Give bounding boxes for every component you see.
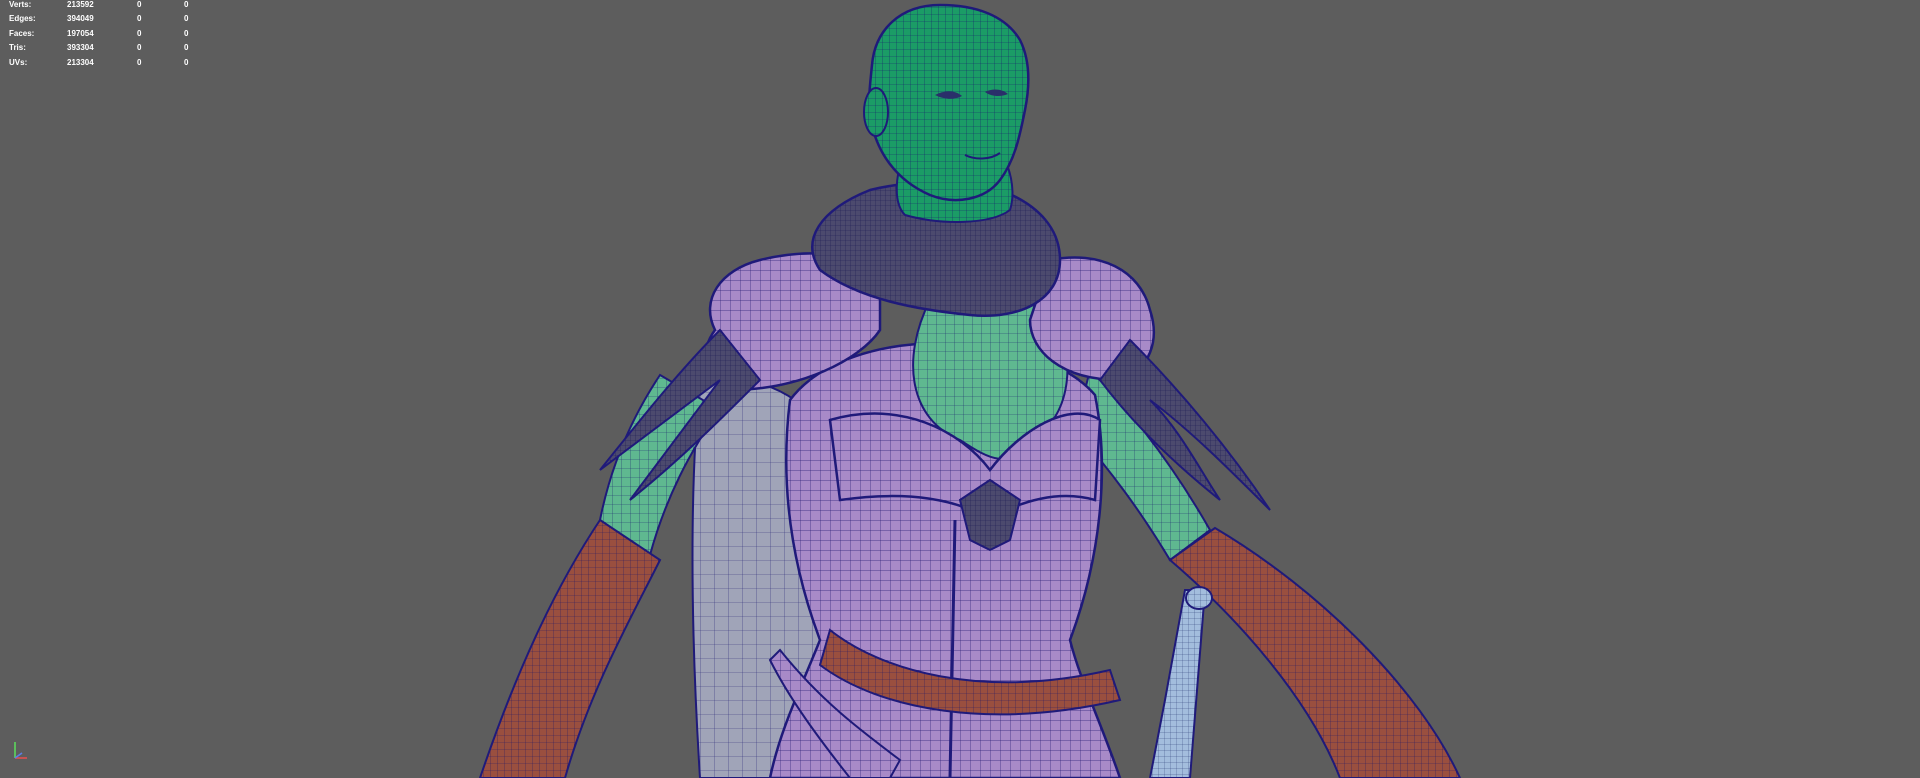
right-gauntlet: [1168, 526, 1462, 778]
hud-label: Edges:: [9, 14, 36, 24]
hud-selected: 0: [137, 28, 142, 38]
sword-pommel: [1185, 586, 1213, 610]
hud-total: 213304: [67, 57, 94, 67]
hud-selected: 0: [137, 57, 142, 67]
sword-hilt: [1148, 589, 1207, 778]
hud-total: 213592: [67, 0, 94, 9]
hud-total: 197054: [67, 28, 94, 38]
hud-highlighted: 0: [184, 28, 189, 38]
hud-selected: 0: [137, 43, 142, 53]
hud-selected: 0: [137, 0, 142, 9]
hud-highlighted: 0: [184, 14, 189, 24]
hud-label: UVs:: [9, 57, 28, 67]
hud-total: 394049: [67, 14, 94, 24]
ear: [863, 87, 889, 137]
hud-highlighted: 0: [184, 57, 189, 67]
hud-label: Tris:: [9, 43, 26, 53]
character-model[interactable]: [0, 0, 1920, 778]
axis-gizmo-icon: [14, 742, 27, 759]
left-gauntlet: [478, 518, 662, 778]
hud-highlighted: 0: [184, 43, 189, 53]
hud-label: Faces:: [9, 28, 35, 38]
head: [867, 3, 1030, 202]
hud-total: 393304: [67, 43, 94, 53]
hud-label: Verts:: [9, 0, 32, 9]
hud-selected: 0: [137, 14, 142, 24]
hud-highlighted: 0: [184, 0, 189, 9]
3d-viewport[interactable]: Verts: 213592 0 0 Edges: 394049 0 0 Face…: [0, 0, 1920, 778]
